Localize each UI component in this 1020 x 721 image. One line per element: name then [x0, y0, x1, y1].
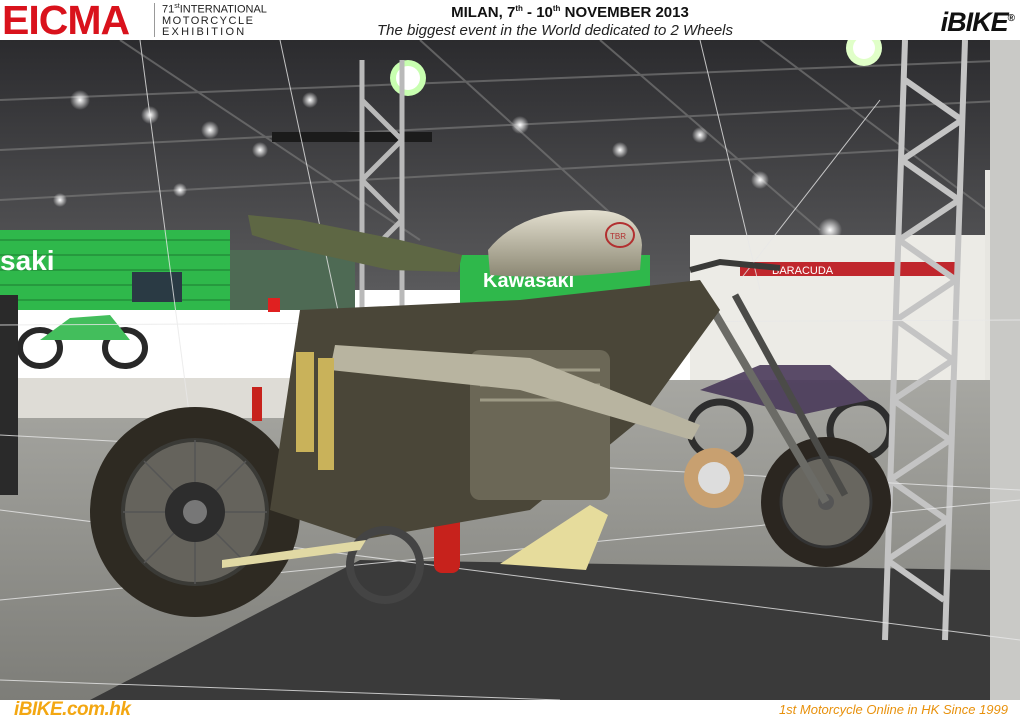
eicma-logo: EICMA	[2, 0, 130, 43]
header-divider	[154, 3, 155, 37]
exhibition-photo: saki Kawasaki BARACUDA TBR	[0, 40, 1020, 700]
site-link[interactable]: iBIKE.com.hk	[14, 699, 131, 721]
event-date: MILAN, 7th - 10th NOVEMBER 2013	[451, 4, 689, 21]
subtitle-line-3: EXHIBITION	[162, 25, 247, 38]
svg-text:TBR: TBR	[610, 232, 626, 241]
banner-footer: iBIKE.com.hk 1st Motorcycle Online in HK…	[0, 699, 1020, 721]
svg-text:saki: saki	[0, 245, 55, 276]
footer-slogan: 1st Motorcycle Online in HK Since 1999	[778, 702, 1008, 717]
subtitle-line-2: MOTORCYCLE	[162, 14, 255, 27]
rear-shock	[296, 352, 314, 452]
svg-text:BARACUDA: BARACUDA	[772, 265, 834, 277]
ibike-logo: iBIKE®	[940, 7, 1015, 37]
event-tagline: The biggest event in the World dedicated…	[376, 22, 734, 39]
subtitle-line-1: INTERNATIONAL	[179, 3, 267, 16]
exhibition-subtitle: 71stINTERNATIONAL MOTORCYCLE EXHIBITION	[162, 1, 267, 38]
banner-header: EICMA 71stINTERNATIONAL MOTORCYCLE EXHIB…	[0, 0, 1020, 43]
edition-number: 71	[162, 3, 175, 16]
